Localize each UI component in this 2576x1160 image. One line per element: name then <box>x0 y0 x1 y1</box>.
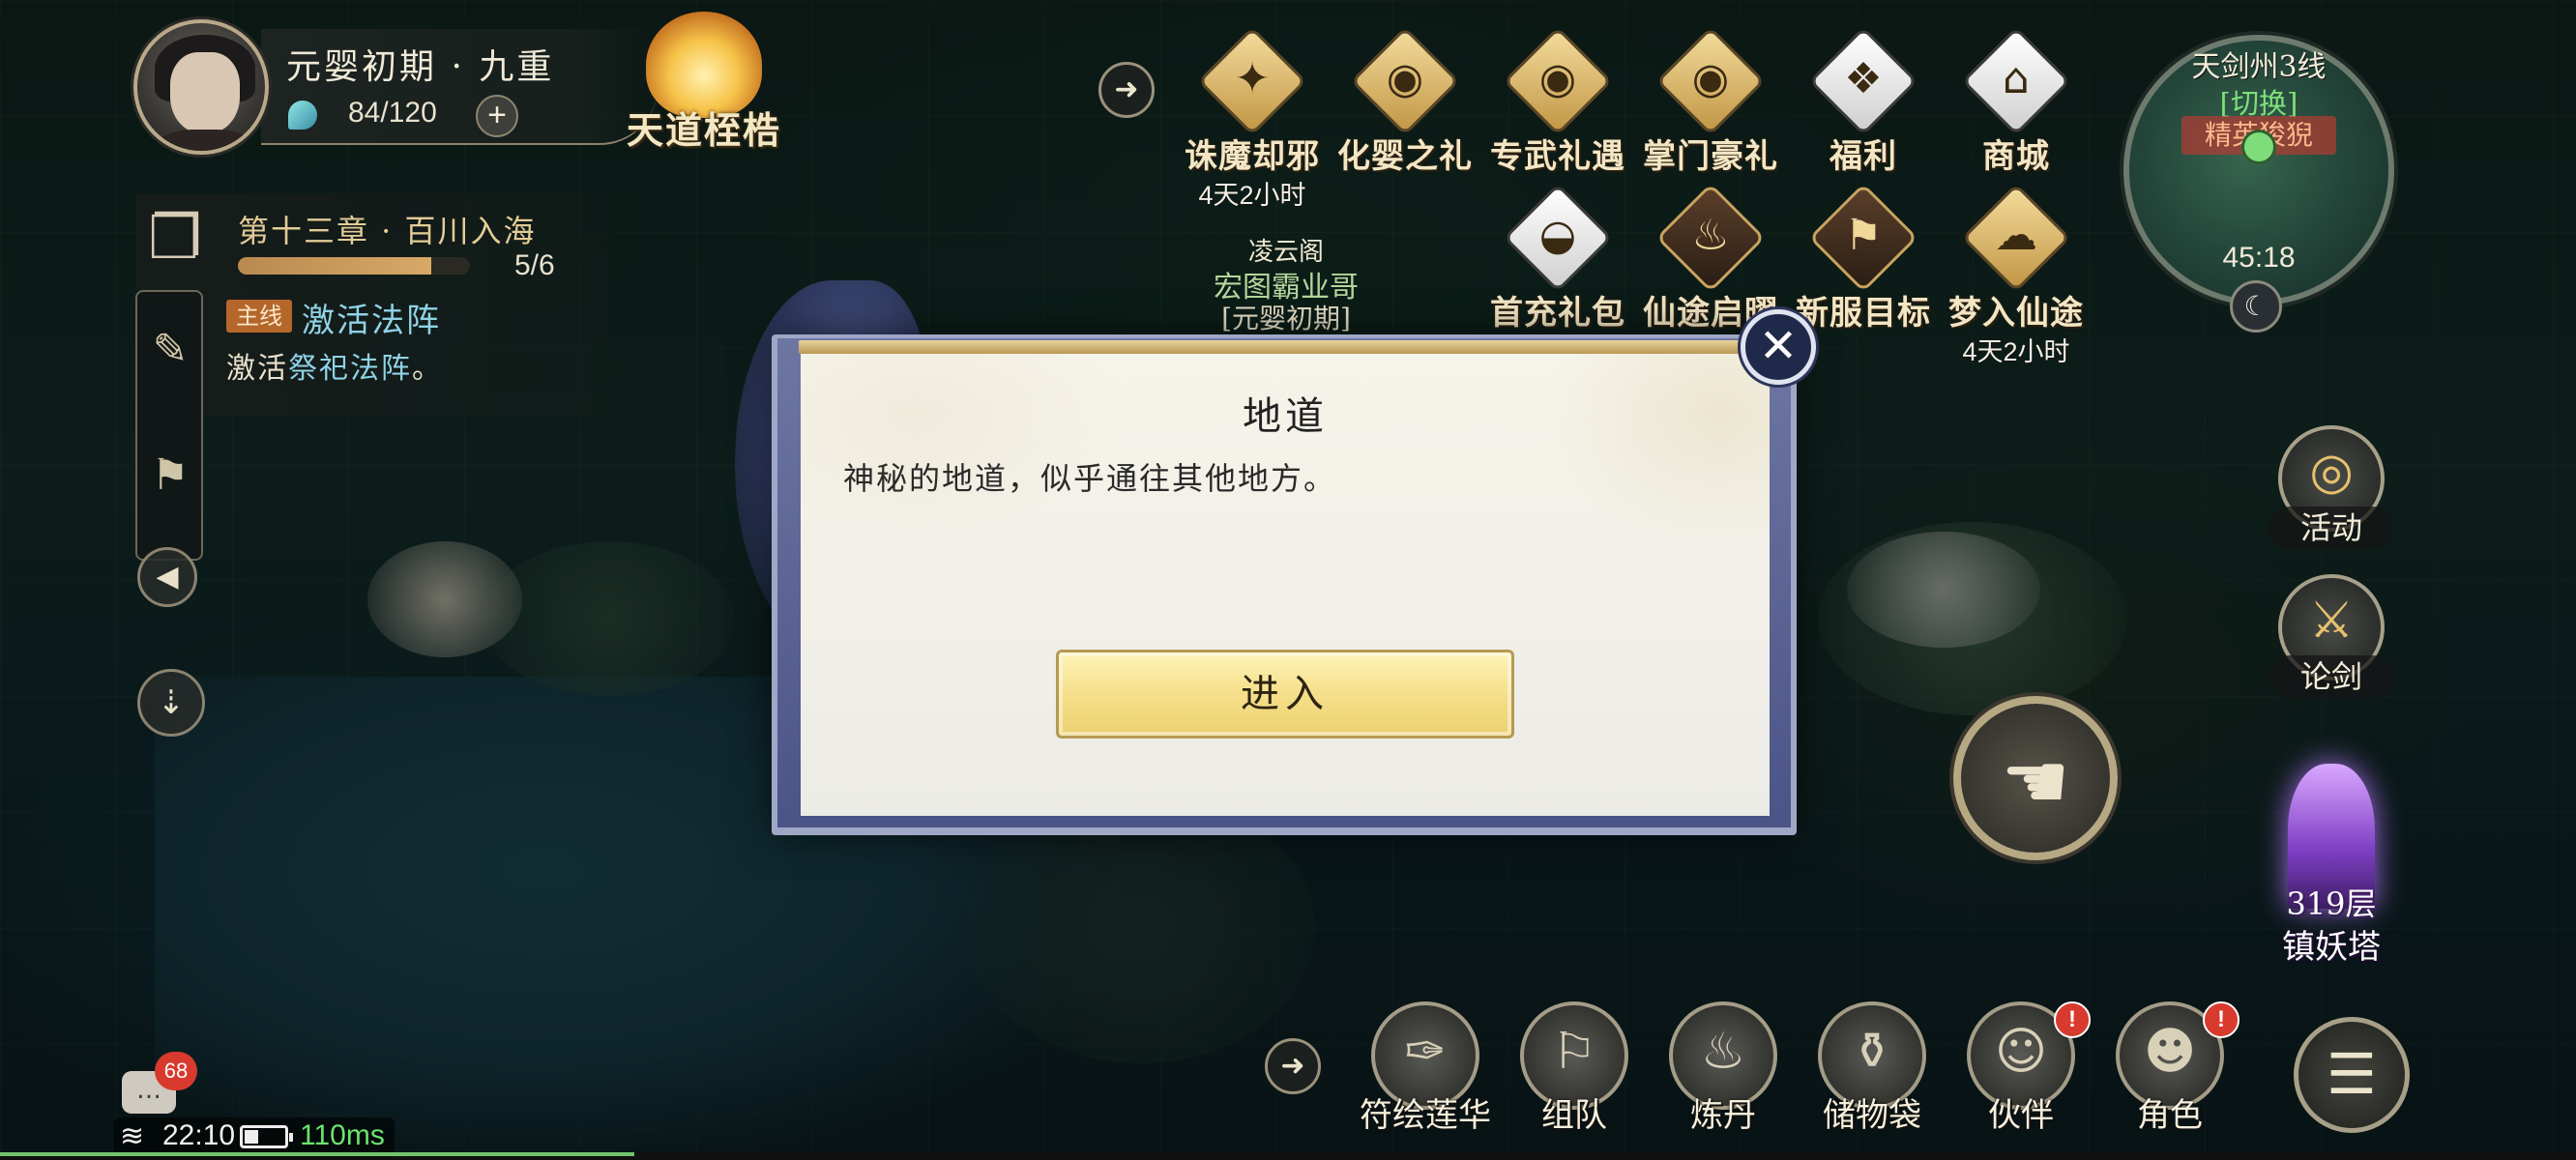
event-glyph: ◉ <box>1538 54 1577 103</box>
chat-unread-badge: 68 <box>155 1052 197 1090</box>
mount-toggle-button[interactable]: ⇣ <box>137 669 205 737</box>
arena-label: 论剑 <box>2269 655 2394 698</box>
event-weapon-gift[interactable]: ◉ 专武礼遇 <box>1485 26 1630 191</box>
side-tabs: ✎ ⚑ <box>135 290 203 561</box>
event-glyph: ♨ <box>1691 211 1730 260</box>
talisman-icon: ✑ <box>1404 1023 1447 1081</box>
storage-label: 储物袋 <box>1823 1096 1921 1135</box>
collapse-arrow-button[interactable]: ◀ <box>137 547 197 607</box>
tower-floor: 319层 <box>2286 885 2377 922</box>
event-glyph: ◒ <box>1538 211 1577 260</box>
npc-rank: [元婴初期] <box>1221 303 1351 334</box>
dialog-title: 地道 <box>1243 394 1328 439</box>
activity-button[interactable]: ◎ 活动 <box>2269 425 2394 561</box>
event-label: 梦入仙途 <box>1948 294 2084 333</box>
battery-level <box>245 1130 258 1144</box>
event-yuanying-gift[interactable]: ◉ 化婴之礼 <box>1332 26 1478 191</box>
storage-bag-button[interactable]: ⚱ 储物袋 <box>1804 1001 1940 1156</box>
character-label: 角色 <box>2137 1096 2203 1135</box>
dialog-top-trim <box>799 340 1775 354</box>
player-marker-icon <box>2241 130 2276 164</box>
chapter-book-icon: ❐ <box>148 202 202 273</box>
event-glyph: ❖ <box>1844 54 1883 103</box>
network-ping: 110ms <box>300 1119 385 1151</box>
moon-night-icon[interactable]: ☾ <box>2230 280 2282 333</box>
enter-button[interactable]: 进入 <box>1056 650 1514 739</box>
device-clock: 22:10 <box>162 1119 236 1151</box>
event-shop[interactable]: ⌂ 商城 <box>1944 26 2089 191</box>
companion-alert-badge: ! <box>2054 1001 2091 1038</box>
chapter-progress-fill <box>238 257 431 275</box>
energy-value: 84/120 <box>348 97 437 129</box>
interact-hand-button[interactable]: ☚ <box>1953 696 2118 860</box>
chapter-title: 第十三章 · 百川入海 <box>238 213 537 249</box>
quest-description: 激活祭祀法阵。 <box>226 344 443 387</box>
wifi-icon: ≋ <box>120 1119 145 1153</box>
team-button[interactable]: ⚐ 组队 <box>1507 1001 1642 1156</box>
energy-add-button[interactable]: + <box>476 95 518 137</box>
minimap-server: 天剑州3线 <box>2191 50 2327 84</box>
tower-label: 镇妖塔 <box>2282 928 2381 967</box>
event-sect-gift[interactable]: ◉ 掌门豪礼 <box>1638 26 1783 191</box>
event-demon-slay[interactable]: ✦ 诛魔却邪 4天2小时 <box>1180 26 1325 210</box>
scroll-tab-icon[interactable]: ✎ <box>141 292 199 408</box>
player-avatar[interactable] <box>133 19 269 155</box>
alchemy-label: 炼丹 <box>1690 1096 1756 1135</box>
bottom-progress-segment <box>0 1152 634 1156</box>
companion-button[interactable]: ☺ 伙伴 ! <box>1953 1001 2091 1156</box>
talisman-label: 符绘莲华 <box>1360 1096 1491 1135</box>
event-first-recharge[interactable]: ◒ 首充礼包 <box>1485 183 1630 348</box>
minimap-timer: 45:18 <box>2222 242 2296 274</box>
event-glyph: ✦ <box>1234 54 1271 103</box>
hand-icon: ☚ <box>2001 737 2070 826</box>
activity-icon: ◎ <box>2309 443 2354 501</box>
player-realm: 元婴初期 · 九重 <box>286 47 555 87</box>
event-new-server-goal[interactable]: ⚑ 新服目标 <box>1791 183 1936 348</box>
character-alert-badge: ! <box>2203 1001 2239 1038</box>
energy-icon <box>288 101 317 130</box>
event-glyph: ☁ <box>1995 211 2037 260</box>
event-timer: 4天2小时 <box>1962 337 2070 366</box>
alchemy-button[interactable]: ♨ 炼丹 <box>1655 1001 1791 1156</box>
team-label: 组队 <box>1541 1096 1607 1135</box>
main-menu-icon[interactable]: ☰ <box>2294 1017 2410 1133</box>
event-glyph: ◉ <box>1386 54 1424 103</box>
quest-desc-suffix: 。 <box>412 352 443 386</box>
tiandao-button[interactable]: 天道桎梏 <box>607 6 801 152</box>
event-welfare[interactable]: ❖ 福利 <box>1791 26 1936 191</box>
bottom-expand-arrow-icon[interactable]: ➜ <box>1265 1038 1321 1094</box>
tiandao-label: 天道桎梏 <box>626 108 781 152</box>
companion-label: 伙伴 <box>1988 1096 2054 1135</box>
quest-desc-target[interactable]: 祭祀法阵 <box>288 352 412 386</box>
crossed-swords-icon: ⚔ <box>2308 592 2355 650</box>
avatar-face <box>170 52 240 133</box>
bag-icon: ⚱ <box>1851 1023 1893 1081</box>
bottom-progress-line <box>0 1152 2576 1160</box>
quest-type-badge: 主线 <box>226 300 292 333</box>
arena-button[interactable]: ⚔ 论剑 <box>2269 574 2394 710</box>
event-glyph: ⚑ <box>1844 211 1883 260</box>
flag-tab-icon[interactable]: ⚑ <box>141 418 199 534</box>
event-dream-xiantu[interactable]: ☁ 梦入仙途 4天2小时 <box>1944 183 2089 366</box>
quest-title: 激活法阵 <box>302 302 441 340</box>
character-button[interactable]: ☻ 角色 ! <box>2102 1001 2239 1156</box>
activity-label: 活动 <box>2269 507 2394 549</box>
chapter-progress-text: 5/6 <box>514 249 555 281</box>
event-glyph: ◉ <box>1691 54 1730 103</box>
talisman-button[interactable]: ✑ 符绘莲华 <box>1358 1001 1493 1156</box>
battery-icon <box>240 1125 293 1148</box>
close-icon[interactable]: ✕ <box>1741 309 1816 385</box>
quest-desc-prefix: 激活 <box>226 352 288 386</box>
event-timer: 4天2小时 <box>1198 181 1306 210</box>
dialog-description: 神秘的地道，似乎通往其他地方。 <box>843 460 1337 497</box>
team-icon: ⚐ <box>1551 1023 1597 1081</box>
event-glyph: ⌂ <box>2003 54 2030 103</box>
cauldron-icon: ♨ <box>1700 1023 1746 1081</box>
events-expand-arrow-icon[interactable]: ➜ <box>1098 62 1155 118</box>
demon-tower-button[interactable]: 319层 镇妖塔 <box>2259 754 2404 967</box>
chapter-progress-bar <box>238 257 470 275</box>
event-label: 商城 <box>1982 137 2050 176</box>
